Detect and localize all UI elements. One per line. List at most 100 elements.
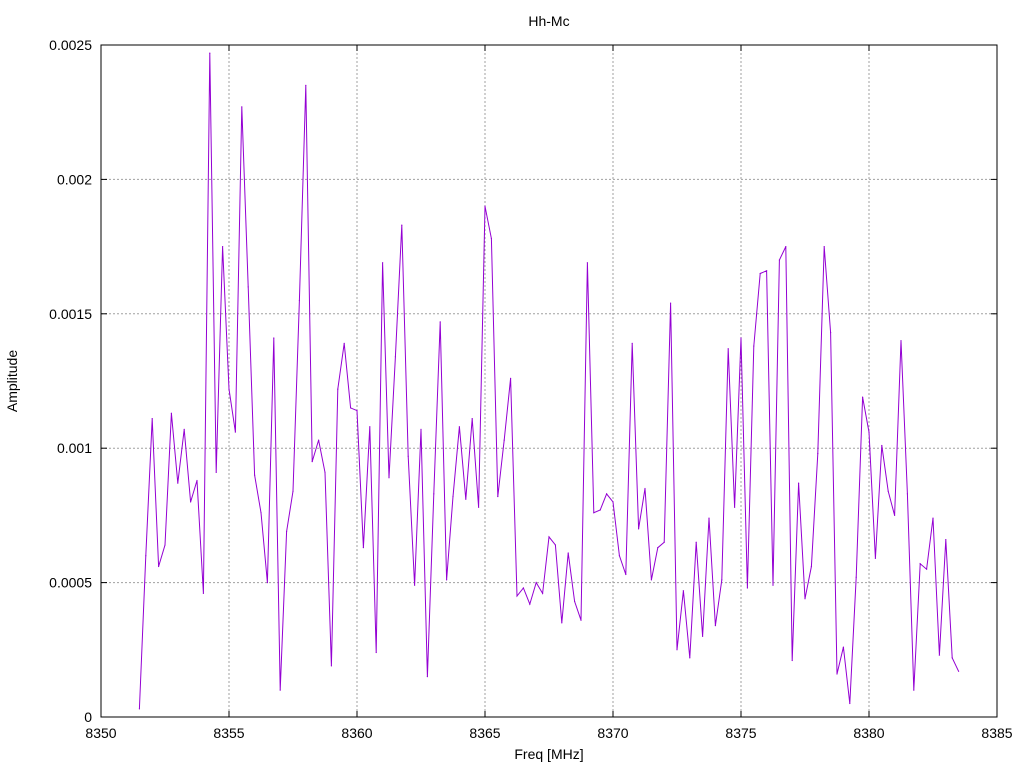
data-point [689,657,691,659]
data-point [254,474,256,476]
data-point [542,592,544,594]
data-point [586,262,589,264]
data-point [145,555,147,557]
data-point [887,490,889,492]
data-point [836,673,838,675]
data-point [945,538,947,541]
x-axis-title: Freq [MHz] [514,746,583,762]
data-point [138,708,140,710]
data-point [868,431,870,433]
y-tick-label: 0.002 [57,171,92,187]
data-point [766,270,768,272]
data-point [548,536,550,538]
data-point [810,565,813,568]
data-point [177,482,179,484]
data-point [222,246,224,248]
data-point [190,501,192,503]
data-point [650,579,653,581]
data-point [407,455,409,457]
data-point [638,528,640,530]
data-point [401,224,403,226]
data-point [362,547,364,549]
x-tick-label: 8380 [853,725,884,741]
data-point [932,517,934,519]
data-point [785,246,787,248]
data-point [414,584,416,586]
data-point [759,272,761,275]
data-point [938,654,941,656]
data-point [631,342,633,344]
data-point [823,246,825,248]
data-point [881,444,883,447]
data-point [740,337,742,339]
x-tick-label: 8360 [341,725,372,741]
x-tick-label: 8385 [981,725,1012,741]
data-point [906,493,909,495]
data-point [644,487,646,490]
data-point [842,646,845,648]
data-point [817,452,819,455]
data-point [324,471,326,473]
series-layer [138,52,960,710]
x-tick-label: 8355 [213,725,244,741]
data-point [350,407,352,409]
data-point [919,563,921,565]
data-point [855,576,857,578]
data-point [849,702,851,705]
data-point [446,579,448,581]
data-point [260,512,262,514]
y-tick-label: 0 [84,709,92,725]
x-tick-label: 8370 [597,725,628,741]
data-point [778,259,781,261]
data-point [574,600,576,603]
data-point [791,659,793,662]
data-point [804,598,806,600]
data-point [471,418,473,420]
data-point [676,649,678,651]
data-point [292,490,294,492]
data-point [394,356,396,358]
data-point [273,337,275,339]
data-point [862,396,864,398]
data-point [516,595,518,597]
data-point [874,557,877,560]
data-point [663,541,665,543]
data-point [714,625,717,627]
data-point [266,582,268,584]
data-point [286,530,288,533]
data-point [164,544,166,546]
data-point [209,52,211,54]
data-point [913,689,915,691]
data-point [522,587,525,589]
data-point [580,619,582,621]
data-point [298,299,300,301]
data-point [894,514,896,517]
data-point [305,84,307,86]
data-point [702,635,704,637]
data-point [497,495,499,498]
data-point [510,377,512,379]
data-point [202,592,204,594]
data-point [708,517,710,519]
data-point [433,493,435,495]
x-tick-label: 8365 [469,725,500,741]
data-point [158,565,160,568]
line-chart: Hh-Mc Freq [MHz] Amplitude 8350 8355 8360 8… [4,13,1013,762]
data-point [721,579,723,581]
data-point [503,439,505,441]
data-point [356,409,358,412]
data-point [375,651,377,654]
data-point [247,286,249,288]
data-point [746,587,749,589]
data-point [337,388,339,390]
data-point [279,689,281,691]
data-point [612,501,614,503]
data-point [727,348,729,350]
x-tick-label: 8350 [85,725,116,741]
y-tick-label: 0.0005 [49,575,92,591]
data-point [554,544,557,546]
data-point [382,262,384,264]
series-line [138,53,960,709]
y-tick-label: 0.0025 [49,37,92,53]
data-point [151,418,153,420]
